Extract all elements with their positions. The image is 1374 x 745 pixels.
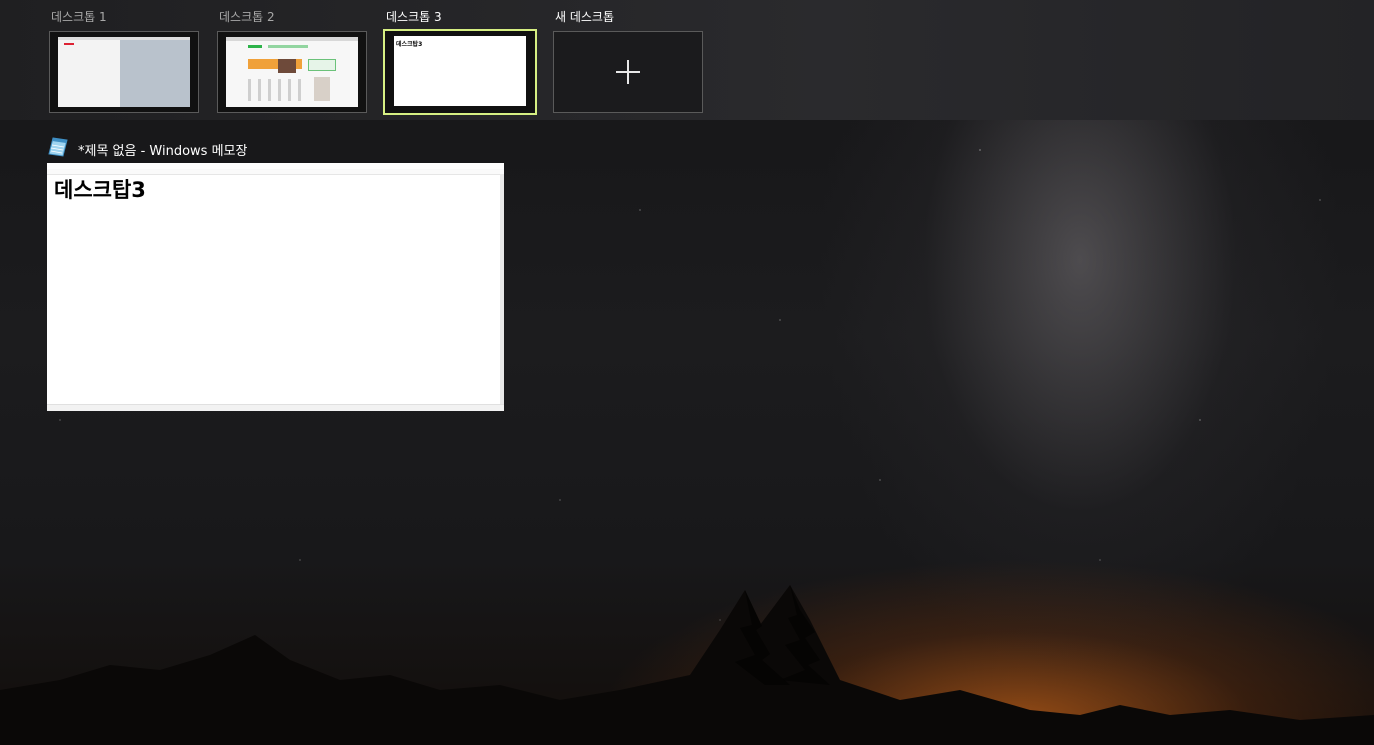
desktop-background: 데스크톱 1 데스크톱 2 데스크톱 3 데스크탑3 새 데스크톱 *제목 없음… — [0, 0, 1374, 745]
notepad-content: 데스크탑3 — [54, 178, 146, 202]
new-desktop-button[interactable] — [553, 31, 703, 113]
notepad-scrollbar — [500, 174, 504, 404]
plus-icon — [616, 60, 640, 84]
preview-toolbar — [58, 37, 190, 40]
desktop-1-label: 데스크톱 1 — [51, 10, 107, 24]
desktop-3-thumbnail[interactable]: 데스크탑3 — [383, 29, 537, 115]
preview-pane — [120, 37, 190, 107]
desktop-2-preview — [226, 37, 358, 107]
desktop-1-preview — [58, 37, 190, 107]
preview-login — [308, 59, 336, 71]
task-view-desktop-bar: 데스크톱 1 데스크톱 2 데스크톱 3 데스크탑3 새 데스크톱 — [0, 0, 1374, 120]
notepad-window-preview[interactable]: 데스크탑3 — [47, 163, 504, 411]
preview-icons — [248, 79, 308, 101]
preview-search — [268, 45, 308, 48]
desktop-3-label: 데스크톱 3 — [386, 10, 442, 24]
mountain-silhouette — [0, 585, 1374, 745]
preview-logo — [248, 45, 262, 48]
window-title: *제목 없음 - Windows 메모장 — [78, 144, 248, 159]
preview-ad — [314, 77, 330, 101]
preview-mark — [64, 43, 74, 45]
desktop-2-label: 데스크톱 2 — [219, 10, 275, 24]
preview-toolbar — [226, 37, 358, 41]
preview-photo — [278, 59, 296, 73]
notepad-icon — [48, 137, 68, 157]
notepad-statusbar — [47, 404, 504, 411]
desktop-1-thumbnail[interactable] — [49, 31, 199, 113]
new-desktop-label: 새 데스크톱 — [555, 10, 615, 24]
desktop-2-thumbnail[interactable] — [217, 31, 367, 113]
desktop-3-preview: 데스크탑3 — [394, 36, 526, 106]
preview-notepad-text: 데스크탑3 — [396, 41, 423, 48]
